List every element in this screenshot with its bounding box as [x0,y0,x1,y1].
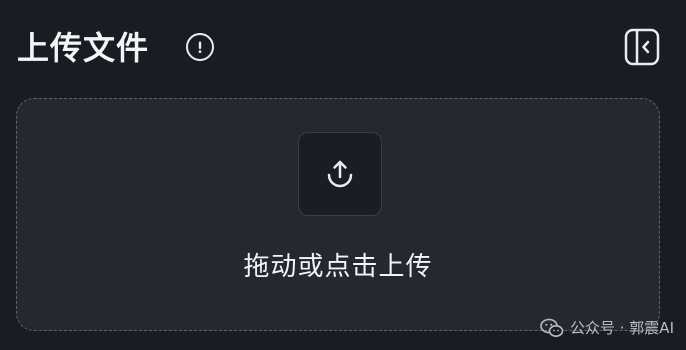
upload-button[interactable] [298,132,382,216]
watermark-text: 公众号 · 郭震AI [570,319,674,337]
panel-title: 上传文件 [17,29,150,67]
upload-panel: 上传文件 拖动或点击上传 公众号 · 郭震AI [0,0,686,350]
exclamation-glyph [198,41,202,53]
watermark: 公众号 · 郭震AI [540,318,674,338]
dropzone-label: 拖动或点击上传 [243,252,433,282]
upload-icon [327,160,353,188]
info-icon[interactable] [186,33,214,61]
wechat-icon [540,318,564,337]
sidebar-collapse-button[interactable] [624,28,660,66]
file-dropzone[interactable]: 拖动或点击上传 [16,98,660,331]
sidebar-collapse-icon [624,28,660,66]
